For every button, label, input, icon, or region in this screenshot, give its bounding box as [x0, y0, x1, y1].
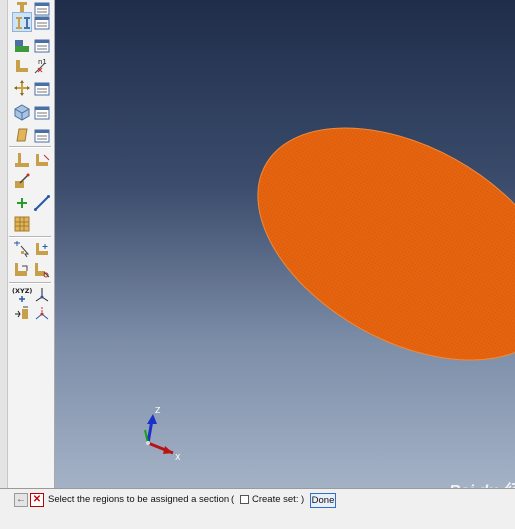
toolbox-separator — [9, 282, 51, 284]
profile-manager-icon[interactable] — [32, 78, 52, 98]
toolbox-separator — [9, 146, 51, 148]
assign-material-orientation-icon[interactable] — [12, 78, 32, 98]
create-datum-point-icon[interactable] — [12, 193, 32, 213]
cancel-x-icon[interactable]: ✕ — [30, 493, 44, 507]
done-button[interactable]: Done — [310, 493, 336, 508]
edit-feature-icon[interactable] — [32, 260, 52, 280]
view-triad: Z X — [144, 406, 181, 462]
assign-beam-orientation-icon[interactable]: n1 — [32, 56, 52, 76]
transform-icon[interactable] — [12, 304, 32, 324]
toolbox-separator — [9, 236, 51, 238]
datum-csys-icon[interactable]: (XYZ) — [12, 285, 32, 305]
create-set-checkbox[interactable] — [240, 495, 249, 504]
assign-section-icon[interactable] — [12, 35, 32, 55]
prompt-message: Select the regions to be assigned a sect… — [48, 494, 230, 505]
surface-manager-icon[interactable] — [32, 125, 52, 145]
create-beam-profile-icon[interactable] — [12, 56, 32, 76]
skin-tools-icon[interactable] — [32, 150, 52, 170]
arrow-left-icon[interactable]: ← — [14, 493, 28, 507]
prompt-area: ← ✕ Select the regions to be assigned a … — [0, 488, 515, 529]
partition-icon[interactable] — [12, 214, 32, 234]
toolbox-grip[interactable] — [0, 0, 8, 488]
assembly-tools-icon[interactable] — [32, 239, 52, 259]
triad-x-label: X — [175, 453, 181, 462]
delete-feature-icon[interactable] — [32, 304, 52, 324]
display-group-icon[interactable] — [12, 171, 32, 191]
query-tools-icon[interactable] — [12, 239, 32, 259]
section-manager-icon[interactable] — [32, 12, 52, 32]
create-set-label: Create set: — [252, 494, 299, 505]
part-manager-icon[interactable] — [32, 102, 52, 122]
module-toolbox: n1 (XYZ) — [0, 0, 55, 488]
reference-point-icon[interactable] — [32, 285, 52, 305]
watermark: Bai du 经验 — [449, 477, 515, 488]
svg-text:(XYZ): (XYZ) — [12, 287, 32, 295]
triad-z-label: Z — [155, 406, 161, 415]
prompt-close-paren: ) — [301, 494, 305, 505]
prompt-open-paren: ( — [231, 494, 235, 505]
svg-text:n1: n1 — [38, 58, 47, 66]
model-viewport[interactable]: Z X Bai du 经验 — [55, 0, 515, 488]
section-assignment-manager-icon[interactable] — [32, 35, 52, 55]
part-ellipse[interactable] — [218, 80, 515, 408]
create-section-icon[interactable] — [12, 12, 32, 32]
create-part-icon[interactable] — [12, 102, 32, 122]
repair-tools-icon[interactable] — [12, 260, 32, 280]
create-datum-axis-icon[interactable] — [32, 193, 52, 213]
create-surface-icon[interactable] — [12, 125, 32, 145]
special-tools-icon[interactable] — [12, 150, 32, 170]
